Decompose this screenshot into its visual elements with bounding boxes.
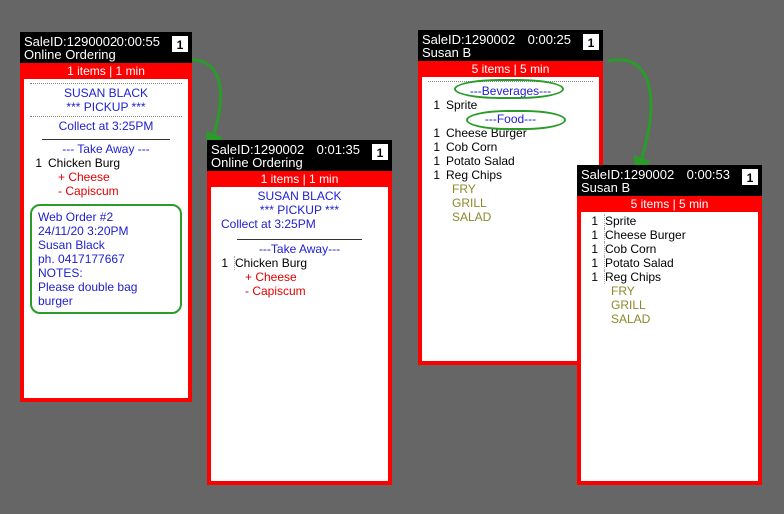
- item-name: Cob Corn: [446, 140, 593, 154]
- item-qty: 1: [30, 156, 48, 170]
- line-item: 1 Chicken Burg: [30, 156, 182, 170]
- order-ticket-1[interactable]: SaleID:1290002 0:00:55 1 Online Ordering…: [20, 32, 192, 402]
- pickup-tag: *** PICKUP ***: [30, 100, 182, 114]
- line-item: 1 Sprite: [587, 214, 752, 228]
- item-qty: 1: [587, 242, 605, 256]
- item-qty: 1: [428, 126, 446, 140]
- notes-line: Susan Black: [38, 238, 174, 252]
- timer: 0:01:35: [317, 142, 360, 157]
- station-line: GRILL: [587, 298, 752, 312]
- station-line: SALAD: [428, 210, 593, 224]
- summary-bar: 1 items | 1 min: [211, 171, 388, 187]
- station-line: FRY: [587, 284, 752, 298]
- order-ticket-4[interactable]: SaleID:1290002 0:00:53 1 Susan B 5 items…: [577, 165, 762, 485]
- order-source: Online Ordering: [24, 47, 188, 62]
- order-source: Online Ordering: [211, 155, 388, 170]
- order-notes-box: Web Order #2 24/11/20 3:20PM Susan Black…: [30, 204, 182, 314]
- notes-line: ph. 0417177667: [38, 252, 174, 266]
- ticket-body: SUSAN BLACK *** PICKUP *** Collect at 3:…: [211, 187, 388, 304]
- item-qty: 1: [587, 228, 605, 242]
- item-qty: 1: [428, 140, 446, 154]
- modifier-add: + Cheese: [30, 170, 182, 184]
- item-qty: 1: [587, 256, 605, 270]
- modifier-remove: - Capiscum: [30, 184, 182, 198]
- item-qty: 1: [587, 270, 605, 284]
- timer: 0:00:55: [117, 34, 160, 49]
- ticket-header: SaleID:1290002 0:00:55 1 Online Ordering: [20, 32, 192, 63]
- item-name: Sprite: [446, 98, 593, 112]
- item-qty: 1: [428, 98, 446, 112]
- item-qty: 1: [428, 154, 446, 168]
- line-item: 1 Reg Chips: [428, 168, 593, 182]
- item-name: Cob Corn: [605, 242, 752, 256]
- counter-badge: 1: [171, 35, 189, 53]
- modifier-add: + Cheese: [217, 270, 382, 284]
- line-item: 1 Reg Chips: [587, 270, 752, 284]
- item-name: Reg Chips: [446, 168, 593, 182]
- timer: 0:00:25: [528, 32, 571, 47]
- line-item: 1 Cob Corn: [587, 242, 752, 256]
- item-name: Sprite: [605, 214, 752, 228]
- summary-bar: 5 items | 5 min: [581, 196, 758, 212]
- customer-name: SUSAN BLACK: [217, 189, 382, 203]
- station-line: FRY: [428, 182, 593, 196]
- timer: 0:00:53: [687, 167, 730, 182]
- ticket-header: SaleID:1290002 0:01:35 1 Online Ordering: [207, 140, 392, 171]
- item-qty: 1: [428, 168, 446, 182]
- counter-badge: 1: [741, 168, 759, 186]
- ticket-body: ---Beverages--- 1 Sprite ---Food--- 1 Ch…: [422, 77, 599, 230]
- notes-line: 24/11/20 3:20PM: [38, 224, 174, 238]
- service-type: --- Take Away ---: [30, 142, 182, 156]
- item-name: Reg Chips: [605, 270, 752, 284]
- notes-line: burger: [38, 294, 174, 308]
- item-name: Potato Salad: [605, 256, 752, 270]
- customer-name: Susan B: [581, 180, 758, 195]
- line-item: 1 Potato Salad: [428, 154, 593, 168]
- item-name: Cheese Burger: [446, 126, 593, 140]
- counter-badge: 1: [371, 143, 389, 161]
- notes-line: NOTES:: [38, 266, 174, 280]
- counter-badge: 1: [582, 33, 600, 51]
- collect-time: Collect at 3:25PM: [217, 217, 382, 231]
- line-item: 1 Cheese Burger: [587, 228, 752, 242]
- summary-bar: 5 items | 5 min: [422, 61, 599, 77]
- station-line: SALAD: [587, 312, 752, 326]
- line-item: 1 Cob Corn: [428, 140, 593, 154]
- order-ticket-3[interactable]: SaleID:1290002 0:00:25 1 Susan B 5 items…: [418, 30, 603, 365]
- ticket-header: SaleID:1290002 0:00:53 1 Susan B: [577, 165, 762, 196]
- order-ticket-2[interactable]: SaleID:1290002 0:01:35 1 Online Ordering…: [207, 140, 392, 485]
- category-header-beverages: ---Beverages---: [428, 84, 593, 98]
- item-name: Chicken Burg: [48, 156, 182, 170]
- line-item: 1 Cheese Burger: [428, 126, 593, 140]
- pickup-tag: *** PICKUP ***: [217, 203, 382, 217]
- item-qty: 1: [587, 214, 605, 228]
- notes-line: Please double bag: [38, 280, 174, 294]
- item-name: Potato Salad: [446, 154, 593, 168]
- item-qty: 1: [217, 256, 235, 270]
- station-line: GRILL: [428, 196, 593, 210]
- line-item: 1 Chicken Burg: [217, 256, 382, 270]
- ticket-header: SaleID:1290002 0:00:25 1 Susan B: [418, 30, 603, 61]
- customer-name: Susan B: [422, 45, 599, 60]
- ticket-body: SUSAN BLACK *** PICKUP *** Collect at 3:…: [24, 79, 188, 320]
- customer-name: SUSAN BLACK: [30, 86, 182, 100]
- modifier-remove: - Capiscum: [217, 284, 382, 298]
- service-type: ---Take Away---: [217, 242, 382, 256]
- item-name: Cheese Burger: [605, 228, 752, 242]
- item-name: Chicken Burg: [235, 256, 382, 270]
- category-header-food: ---Food---: [428, 112, 593, 126]
- collect-time: Collect at 3:25PM: [30, 119, 182, 133]
- notes-line: Web Order #2: [38, 210, 174, 224]
- summary-bar: 1 items | 1 min: [24, 63, 188, 79]
- line-item: 1 Sprite: [428, 98, 593, 112]
- line-item: 1 Potato Salad: [587, 256, 752, 270]
- ticket-body: 1 Sprite 1 Cheese Burger 1 Cob Corn 1 Po…: [581, 212, 758, 332]
